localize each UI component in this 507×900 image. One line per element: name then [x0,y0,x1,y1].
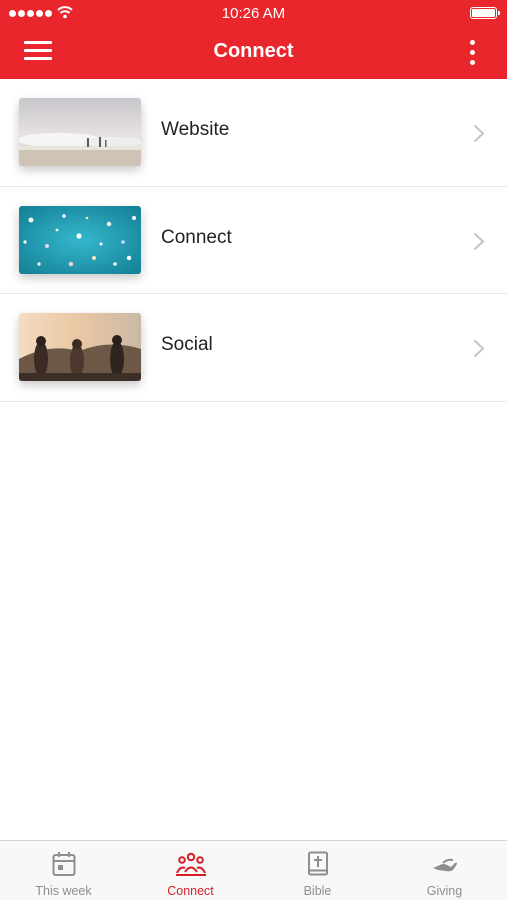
bible-cross-icon [307,851,328,876]
tab-label: Giving [426,884,463,898]
calendar-icon [52,852,75,876]
tab-this-week[interactable]: This week [0,841,127,900]
battery-icon [470,7,500,19]
list-item-connect[interactable]: Connect [0,187,507,294]
tab-connect[interactable]: Connect [127,841,254,900]
chevron-right-icon [473,124,485,143]
status-time: 10:26 AM [221,5,286,22]
beach-waves-photo [19,98,141,166]
group-people-icon [175,852,206,876]
friends-sunset-photo [19,313,141,381]
tab-label: Bible [303,884,332,898]
status-bar: 10:26 AM [0,0,507,28]
tab-bible[interactable]: Bible [254,841,381,900]
list-item-label: Social [161,334,213,355]
connect-list: Website Connect Social [0,79,507,402]
page-title: Connect [213,40,294,62]
chevron-right-icon [473,232,485,250]
tab-label: Connect [167,884,214,898]
tab-giving[interactable]: Giving [381,841,507,900]
chevron-right-icon [473,339,485,358]
confetti-teal-photo [19,205,141,274]
list-item-label: Connect [161,226,232,248]
list-item-social[interactable]: Social [0,294,507,402]
list-item-label: Website [161,119,230,140]
more-options-button[interactable] [469,40,477,66]
list-item-website[interactable]: Website [0,79,507,187]
tab-label: This week [35,884,92,898]
app-header: 10:26 AM Connect [0,0,507,79]
bottom-tab-bar: This week Connect Bible Giving [0,840,507,900]
vertical-dots-icon [470,40,475,45]
giving-hand-icon [432,858,457,872]
